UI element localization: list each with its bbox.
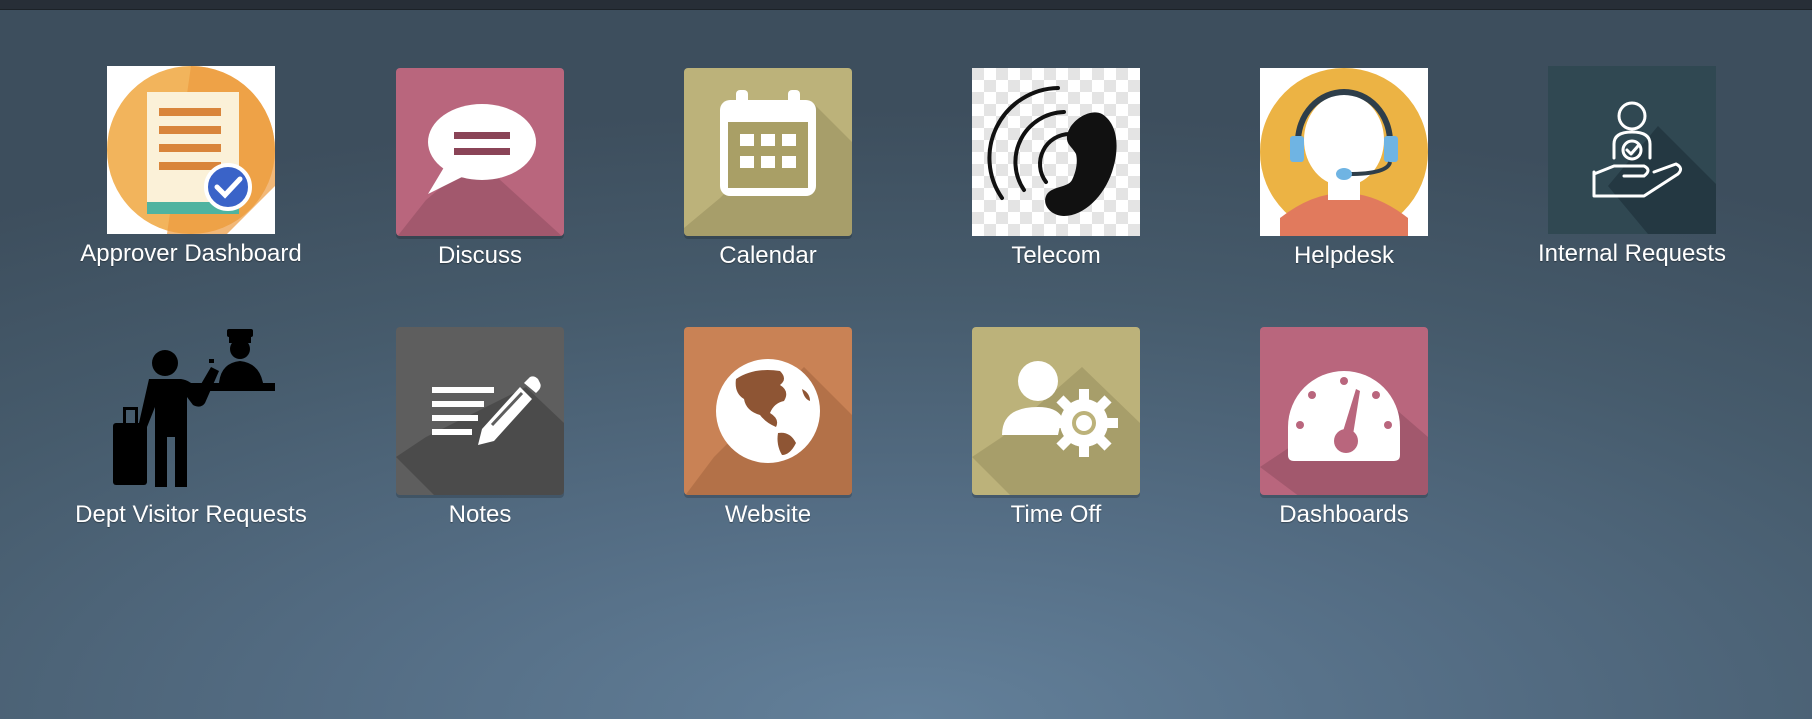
- app-label: Internal Requests: [1537, 240, 1727, 267]
- calendar-icon: [684, 68, 852, 236]
- visitor-reception-icon: [107, 327, 275, 495]
- app-approver-dashboard[interactable]: Approver Dashboard: [71, 66, 311, 296]
- app-label: Approver Dashboard: [80, 240, 302, 267]
- app-label: Time Off: [1010, 501, 1102, 528]
- app-label: Dashboards: [1279, 501, 1409, 528]
- app-label: Website: [724, 501, 812, 528]
- phone-icon: [972, 68, 1140, 236]
- app-notes[interactable]: Notes: [360, 327, 600, 557]
- app-time-off[interactable]: Time Off: [936, 327, 1176, 557]
- app-telecom[interactable]: Telecom: [936, 68, 1176, 298]
- app-label: Dept Visitor Requests: [75, 501, 307, 528]
- hand-person-icon: [1548, 66, 1716, 234]
- headset-agent-icon: [1260, 68, 1428, 236]
- app-label: Discuss: [437, 242, 522, 269]
- chat-bubble-icon: [396, 68, 564, 236]
- app-calendar[interactable]: Calendar: [648, 68, 888, 298]
- app-dashboards[interactable]: Dashboards: [1224, 327, 1464, 557]
- person-gear-icon: [972, 327, 1140, 495]
- note-pencil-icon: [396, 327, 564, 495]
- app-label: Telecom: [1011, 242, 1101, 269]
- gauge-icon: [1260, 327, 1428, 495]
- clipboard-check-icon: [107, 66, 275, 234]
- app-discuss[interactable]: Discuss: [360, 68, 600, 298]
- app-label: Helpdesk: [1293, 242, 1395, 269]
- app-internal-requests[interactable]: Internal Requests: [1512, 66, 1752, 296]
- app-dept-visitor-requests[interactable]: Dept Visitor Requests: [71, 327, 311, 557]
- top-bar: [0, 0, 1812, 10]
- globe-icon: [684, 327, 852, 495]
- app-label: Notes: [448, 501, 512, 528]
- app-website[interactable]: Website: [648, 327, 888, 557]
- app-helpdesk[interactable]: Helpdesk: [1224, 68, 1464, 298]
- app-label: Calendar: [719, 242, 817, 269]
